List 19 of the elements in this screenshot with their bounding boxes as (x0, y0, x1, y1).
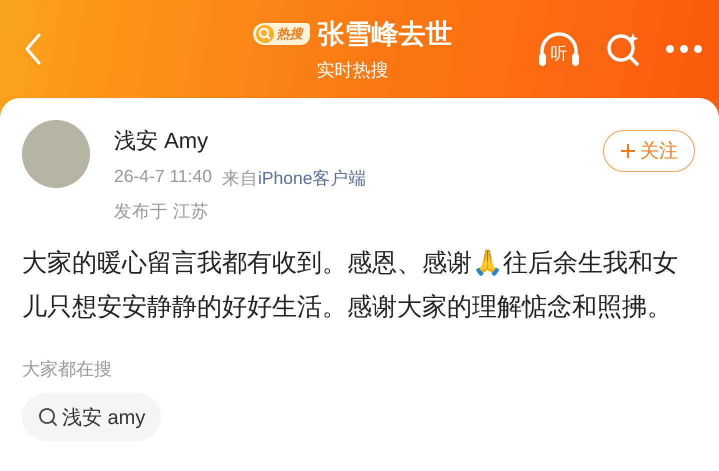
post-time: 26-4-7 11:40 (114, 166, 212, 188)
more-icon (665, 44, 703, 54)
post-text: 大家的暖心留言我都有收到。感恩、感谢🙏往后余生我和女儿只想安安静静的好好生活。感谢大家的理解惦念和照拂。 (22, 248, 679, 322)
search-icon (256, 25, 274, 43)
follow-button[interactable]: 关注 (603, 130, 695, 172)
hot-search-badge: 热搜 (252, 23, 310, 45)
author-name[interactable]: 浅安 Amy (114, 126, 603, 156)
search-icon (38, 407, 58, 427)
source-link[interactable]: iPhone客户端 (258, 166, 366, 190)
listen-button[interactable]: 听 (537, 29, 581, 69)
related-heading: 大家都在搜 (22, 358, 113, 381)
topic-title: 张雪峰去世 (318, 18, 452, 51)
post-location: 发布于 江苏 (114, 200, 210, 223)
topic-subtitle: 实时热搜 (316, 59, 388, 82)
source-label: 来自 (222, 167, 258, 190)
search-suggestion[interactable]: 浅安 amy (22, 393, 162, 441)
plus-icon (620, 143, 636, 159)
back-icon (24, 33, 42, 65)
search-icon (605, 31, 641, 67)
